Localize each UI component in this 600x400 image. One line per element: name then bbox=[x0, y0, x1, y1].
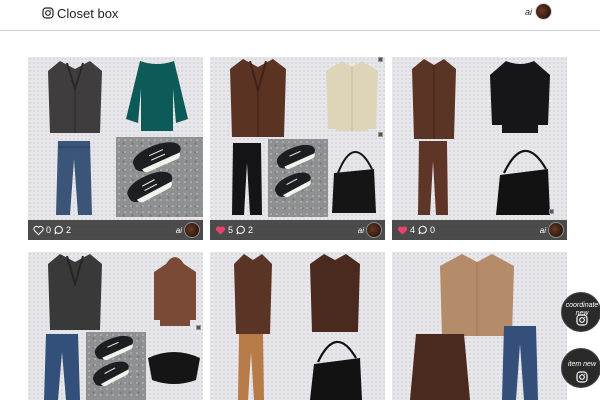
card-user[interactable]: ai bbox=[540, 222, 564, 238]
coordinate-card[interactable] bbox=[392, 252, 567, 400]
heart-icon[interactable] bbox=[215, 225, 226, 236]
coordinate-card[interactable] bbox=[28, 252, 203, 400]
card-footer: 4 0 ai bbox=[392, 220, 567, 240]
like-count: 0 bbox=[46, 225, 52, 235]
app-title: Closet box bbox=[57, 5, 119, 21]
avatar[interactable] bbox=[548, 222, 564, 238]
coordinate-card[interactable]: 5 2 ai bbox=[210, 57, 385, 240]
tag-icon bbox=[378, 57, 383, 62]
shirt-jacket-item bbox=[310, 254, 360, 332]
jeans-item bbox=[56, 141, 92, 215]
avatar[interactable] bbox=[535, 3, 552, 20]
comment-count: 0 bbox=[430, 225, 436, 235]
instagram-icon bbox=[576, 314, 588, 326]
shirt-item bbox=[326, 61, 378, 131]
jeans-item bbox=[44, 334, 80, 400]
waist-bag-item bbox=[148, 352, 200, 384]
avatar[interactable] bbox=[184, 222, 200, 238]
coordinate-card[interactable]: 4 0 ai bbox=[392, 57, 567, 240]
avatar[interactable] bbox=[366, 222, 382, 238]
comment-icon[interactable] bbox=[236, 225, 246, 235]
like-count: 4 bbox=[410, 225, 416, 235]
instagram-icon bbox=[42, 7, 54, 19]
jeans-item bbox=[502, 326, 538, 400]
tag-icon bbox=[196, 325, 201, 330]
new-coordinate-button[interactable]: coordinate new bbox=[561, 292, 600, 332]
coat-item bbox=[412, 59, 456, 139]
sweater-item bbox=[126, 61, 188, 131]
top-header: Closet box ai bbox=[0, 0, 600, 31]
card-user-name: ai bbox=[357, 225, 364, 235]
comment-count: 2 bbox=[66, 225, 72, 235]
heart-icon[interactable] bbox=[33, 225, 44, 236]
trousers-item bbox=[418, 141, 448, 215]
user-name: ai bbox=[524, 6, 532, 17]
bag-item bbox=[496, 149, 550, 215]
comment-count: 2 bbox=[248, 225, 254, 235]
sneakers-item bbox=[116, 135, 203, 217]
trousers-item bbox=[238, 334, 264, 400]
card-footer: 5 2 ai bbox=[210, 220, 385, 240]
heart-icon[interactable] bbox=[397, 225, 408, 236]
blazer-item bbox=[48, 61, 102, 133]
instagram-icon bbox=[576, 371, 588, 383]
knit-item bbox=[490, 61, 550, 133]
like-count: 5 bbox=[228, 225, 234, 235]
coordinate-card[interactable]: 0 2 ai bbox=[28, 57, 203, 240]
sneakers-item bbox=[86, 330, 146, 400]
card-footer: 0 2 ai bbox=[28, 220, 203, 240]
card-user-name: ai bbox=[539, 225, 546, 235]
blazer-item bbox=[48, 254, 102, 330]
bag-item bbox=[332, 151, 376, 213]
brand[interactable]: Closet box bbox=[42, 4, 118, 22]
skirt-item bbox=[410, 334, 470, 400]
user-menu[interactable]: ai bbox=[525, 3, 552, 20]
comment-icon[interactable] bbox=[54, 225, 64, 235]
trousers-item bbox=[232, 143, 262, 215]
tag-icon bbox=[378, 132, 383, 137]
new-item-button[interactable]: item new bbox=[561, 348, 600, 388]
card-user[interactable]: ai bbox=[358, 222, 382, 238]
blazer-item bbox=[230, 59, 286, 137]
fab-label-line1: coordinate bbox=[565, 302, 599, 309]
new-item-label: item new bbox=[567, 361, 596, 368]
coat-item bbox=[234, 254, 272, 334]
hoodie-item bbox=[154, 257, 196, 326]
card-user-name: ai bbox=[175, 225, 182, 235]
sneakers-item bbox=[268, 139, 328, 217]
card-user[interactable]: ai bbox=[176, 222, 200, 238]
bag-item bbox=[310, 340, 362, 400]
comment-icon[interactable] bbox=[418, 225, 428, 235]
coordinate-card[interactable] bbox=[210, 252, 385, 400]
tag-icon bbox=[549, 209, 554, 214]
